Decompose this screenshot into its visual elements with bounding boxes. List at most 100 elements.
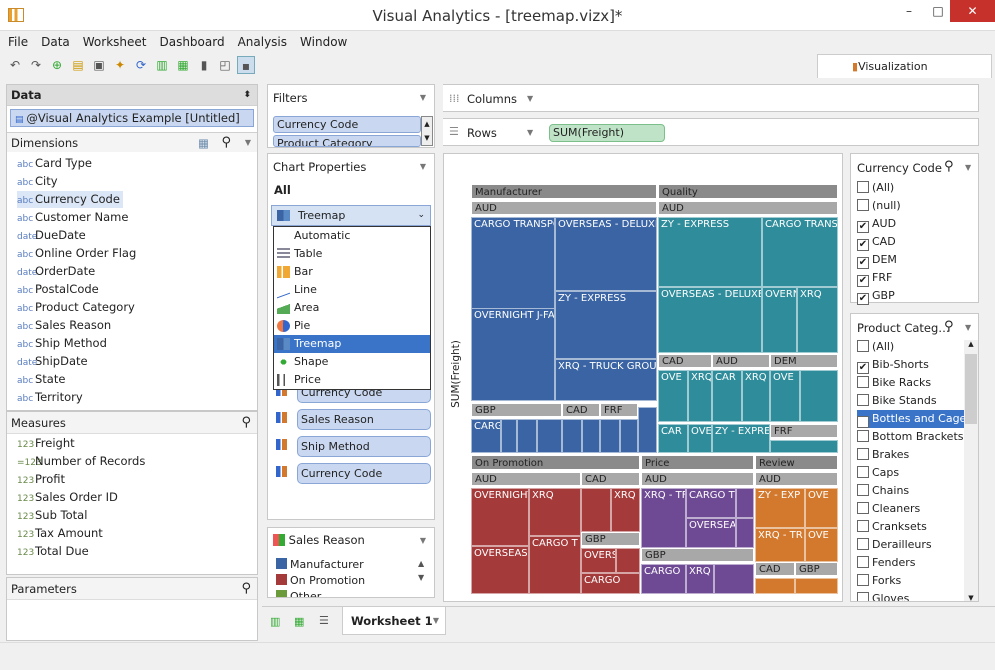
filter-option[interactable]: ✔ DEM bbox=[857, 251, 897, 269]
dimension-item[interactable]: abc Sales Reason bbox=[17, 317, 111, 334]
checkbox-checked[interactable]: ✔ bbox=[857, 257, 869, 269]
checkbox-checked[interactable]: ✔ bbox=[857, 362, 869, 374]
filter-option[interactable]: Caps bbox=[857, 464, 899, 482]
scroll-down-icon[interactable]: ▼ bbox=[964, 594, 978, 601]
data-source[interactable]: ▤ @Visual Analytics Example [Untitled] bbox=[10, 109, 254, 127]
filter-option[interactable]: Cleaners bbox=[857, 500, 920, 518]
treemap-tile[interactable] bbox=[620, 419, 638, 453]
search-icon[interactable]: ⚲ bbox=[241, 578, 251, 600]
treemap-tile[interactable] bbox=[537, 419, 562, 453]
chevron-down-icon[interactable]: ▼ bbox=[420, 162, 426, 171]
filter-option[interactable]: Bottom Brackets bbox=[857, 428, 964, 446]
treemap-tile[interactable] bbox=[736, 488, 754, 518]
search-icon[interactable]: ⚲ bbox=[241, 412, 251, 434]
treemap-tile[interactable]: OVERSEAS bbox=[471, 546, 529, 594]
filter-option[interactable]: (All) bbox=[857, 179, 894, 197]
open-icon[interactable]: ▤ bbox=[69, 56, 87, 74]
chevron-down-icon[interactable]: ▼ bbox=[965, 323, 971, 332]
checkbox[interactable] bbox=[857, 376, 869, 388]
checkbox[interactable] bbox=[857, 484, 869, 496]
measure-item[interactable]: 123Freight bbox=[17, 435, 75, 452]
treemap-tile[interactable]: ZY - EXP bbox=[755, 488, 805, 528]
tab-worksheet-1[interactable]: Worksheet 1 ▼ bbox=[342, 607, 446, 635]
wizard-icon[interactable]: ✦ bbox=[111, 56, 129, 74]
dimension-item[interactable]: abc PostalCode bbox=[17, 281, 99, 298]
all-tab[interactable]: All bbox=[274, 183, 291, 197]
chevron-down-icon[interactable]: ▼ bbox=[420, 93, 426, 102]
redo-icon[interactable]: ↷ bbox=[27, 56, 45, 74]
filter-scroll[interactable]: ▲ ▼ bbox=[421, 116, 433, 146]
legend-item[interactable]: Other bbox=[276, 589, 321, 597]
treemap-tile[interactable]: XRQ bbox=[797, 287, 838, 353]
measure-item[interactable]: 123Total Due bbox=[17, 543, 89, 560]
filter-option[interactable]: ✔ AUD bbox=[857, 215, 896, 233]
dimension-item[interactable]: abc State bbox=[17, 371, 65, 388]
chart-type-option[interactable]: Line bbox=[274, 281, 430, 299]
mark-pill[interactable]: Ship Method bbox=[297, 436, 431, 457]
new-icon[interactable]: ⊕ bbox=[48, 56, 66, 74]
treemap-tile[interactable]: XRQ bbox=[742, 370, 770, 422]
chevron-down-icon[interactable]: ▼ bbox=[965, 163, 971, 172]
treemap-tile[interactable]: CARGO bbox=[471, 419, 501, 453]
filter-pill-product[interactable]: Product Category bbox=[273, 135, 421, 147]
filter-option[interactable]: Fenders bbox=[857, 554, 915, 572]
treemap-tile[interactable]: OVE bbox=[770, 370, 800, 422]
search-icon[interactable]: ⚲ bbox=[221, 133, 231, 153]
treemap-tile[interactable]: XRQ bbox=[611, 488, 640, 532]
checkbox[interactable] bbox=[857, 574, 869, 586]
treemap-tile[interactable]: XRQ bbox=[529, 488, 581, 536]
treemap-tile[interactable]: XRQ - TF bbox=[641, 488, 686, 548]
chart-type-option[interactable]: Bar bbox=[274, 263, 430, 281]
menu-dashboard[interactable]: Dashboard bbox=[159, 35, 224, 49]
treemap-tile[interactable]: OVERSEAS - DELUXE bbox=[658, 287, 762, 353]
checkbox[interactable] bbox=[857, 520, 869, 532]
mark-pill[interactable]: Sales Reason bbox=[297, 409, 431, 430]
bars-icon[interactable]: ▮ bbox=[195, 56, 213, 74]
treemap-tile[interactable]: OVE bbox=[658, 370, 688, 422]
treemap-tile[interactable]: CARGO T bbox=[686, 488, 736, 518]
treemap-tile[interactable] bbox=[736, 518, 754, 548]
menu-data[interactable]: Data bbox=[41, 35, 70, 49]
treemap-tile[interactable]: ZY - EXPRE bbox=[712, 424, 770, 453]
treemap-tile[interactable] bbox=[755, 578, 795, 594]
chart-type-select[interactable]: Treemap ⌄ bbox=[271, 205, 431, 226]
dimension-item[interactable]: abc Currency Code bbox=[17, 191, 123, 208]
chart-type-option[interactable]: Treemap bbox=[274, 335, 430, 353]
add-dashboard-icon[interactable]: ▦ bbox=[294, 615, 304, 628]
filter-option[interactable]: Chains bbox=[857, 482, 909, 500]
treemap-tile[interactable]: OVERSEAS - DELUXE bbox=[555, 217, 657, 291]
treemap-tile[interactable]: ZY - EXPRESS bbox=[555, 291, 657, 359]
filter-option[interactable]: (null) bbox=[857, 197, 901, 215]
search-icon[interactable]: ⚲ bbox=[944, 319, 954, 334]
measure-item[interactable]: =123Number of Records bbox=[17, 453, 145, 470]
legend-scroll[interactable]: ▲ ▼ bbox=[418, 557, 424, 585]
dimension-item[interactable]: dateDueDate bbox=[17, 227, 86, 244]
chevron-down-icon[interactable]: ▼ bbox=[433, 607, 439, 635]
save-icon[interactable]: ▣ bbox=[90, 56, 108, 74]
checkbox[interactable] bbox=[857, 538, 869, 550]
pointer-icon[interactable]: ▪ bbox=[237, 56, 255, 74]
dimension-item[interactable]: abc Online Order Flag bbox=[17, 245, 136, 262]
treemap-tile[interactable]: XRQ - TRUCK GROUND bbox=[555, 359, 657, 401]
treemap-tile[interactable]: CARGO bbox=[641, 564, 686, 594]
menu-file[interactable]: File bbox=[8, 35, 28, 49]
measure-item[interactable]: 123Tax Amount bbox=[17, 525, 103, 542]
rows-shelf[interactable]: ☰ Rows ▼ SUM(Freight) bbox=[443, 118, 979, 146]
treemap-tile[interactable]: OVERNIGHT J-FAST bbox=[471, 308, 555, 401]
treemap-tile[interactable]: OVERNIGHT bbox=[471, 488, 529, 546]
treemap-tile[interactable] bbox=[800, 370, 838, 422]
filter-option[interactable]: Bike Racks bbox=[857, 374, 931, 392]
treemap-tile[interactable] bbox=[795, 578, 838, 594]
treemap-tile[interactable]: CARGO bbox=[581, 573, 640, 594]
add-worksheet-icon[interactable]: ▥ bbox=[270, 615, 280, 628]
chart-type-option[interactable]: Automatic bbox=[274, 227, 430, 245]
checkbox[interactable] bbox=[857, 502, 869, 514]
treemap-tile[interactable]: CAR bbox=[658, 424, 688, 453]
treemap-tile[interactable]: CARGO T bbox=[529, 536, 581, 594]
treemap-tile[interactable] bbox=[501, 419, 517, 453]
checkbox-checked[interactable]: ✔ bbox=[857, 293, 869, 305]
chevron-down-icon[interactable]: ▼ bbox=[245, 133, 251, 153]
treemap-tile[interactable]: XRQ bbox=[686, 564, 714, 594]
measure-item[interactable]: 123Profit bbox=[17, 471, 65, 488]
dimension-item[interactable]: abc Card Type bbox=[17, 155, 92, 172]
